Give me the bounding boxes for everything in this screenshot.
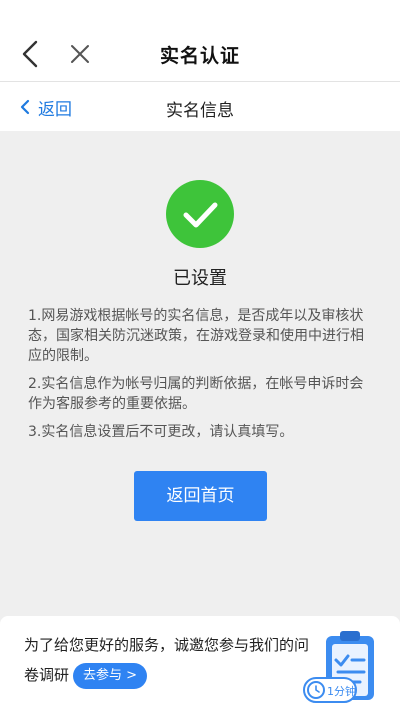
time-badge-label: 1分钟	[327, 684, 356, 698]
survey-banner: 为了给您更好的服务，诚邀您参与我们的问卷调研 去参与 > 1分钟	[0, 616, 400, 711]
survey-text-block: 为了给您更好的服务，诚邀您参与我们的问卷调研 去参与 >	[24, 630, 314, 690]
note-item: 1.网易游戏根据帐号的实名信息，是否成年以及审核状态，国家相关防沉迷政策，在游戏…	[28, 308, 364, 364]
status-text: 已设置	[173, 268, 227, 289]
top-navigation-bar: 实名认证	[0, 0, 400, 82]
note-item: 3.实名信息设置后不可更改，请认真填写。	[28, 424, 294, 440]
return-home-button[interactable]: 返回首页	[134, 471, 267, 521]
survey-text: 为了给您更好的服务，诚邀您参与我们的问卷调研	[24, 636, 310, 684]
clipboard-icon[interactable]: 1分钟	[302, 626, 382, 706]
sub-navigation-bar: 返回 实名信息	[0, 82, 400, 131]
section-title: 实名信息	[166, 101, 234, 121]
success-check-icon	[166, 180, 234, 248]
page-title: 实名认证	[159, 45, 240, 67]
notes-list: 1.网易游戏根据帐号的实名信息，是否成年以及审核状态，国家相关防沉迷政策，在游戏…	[28, 306, 374, 450]
join-survey-button[interactable]: 去参与 >	[73, 662, 148, 689]
note-item: 2.实名信息作为帐号归属的判断依据，在帐号申诉时会作为客服参考的重要依据。	[28, 376, 364, 412]
